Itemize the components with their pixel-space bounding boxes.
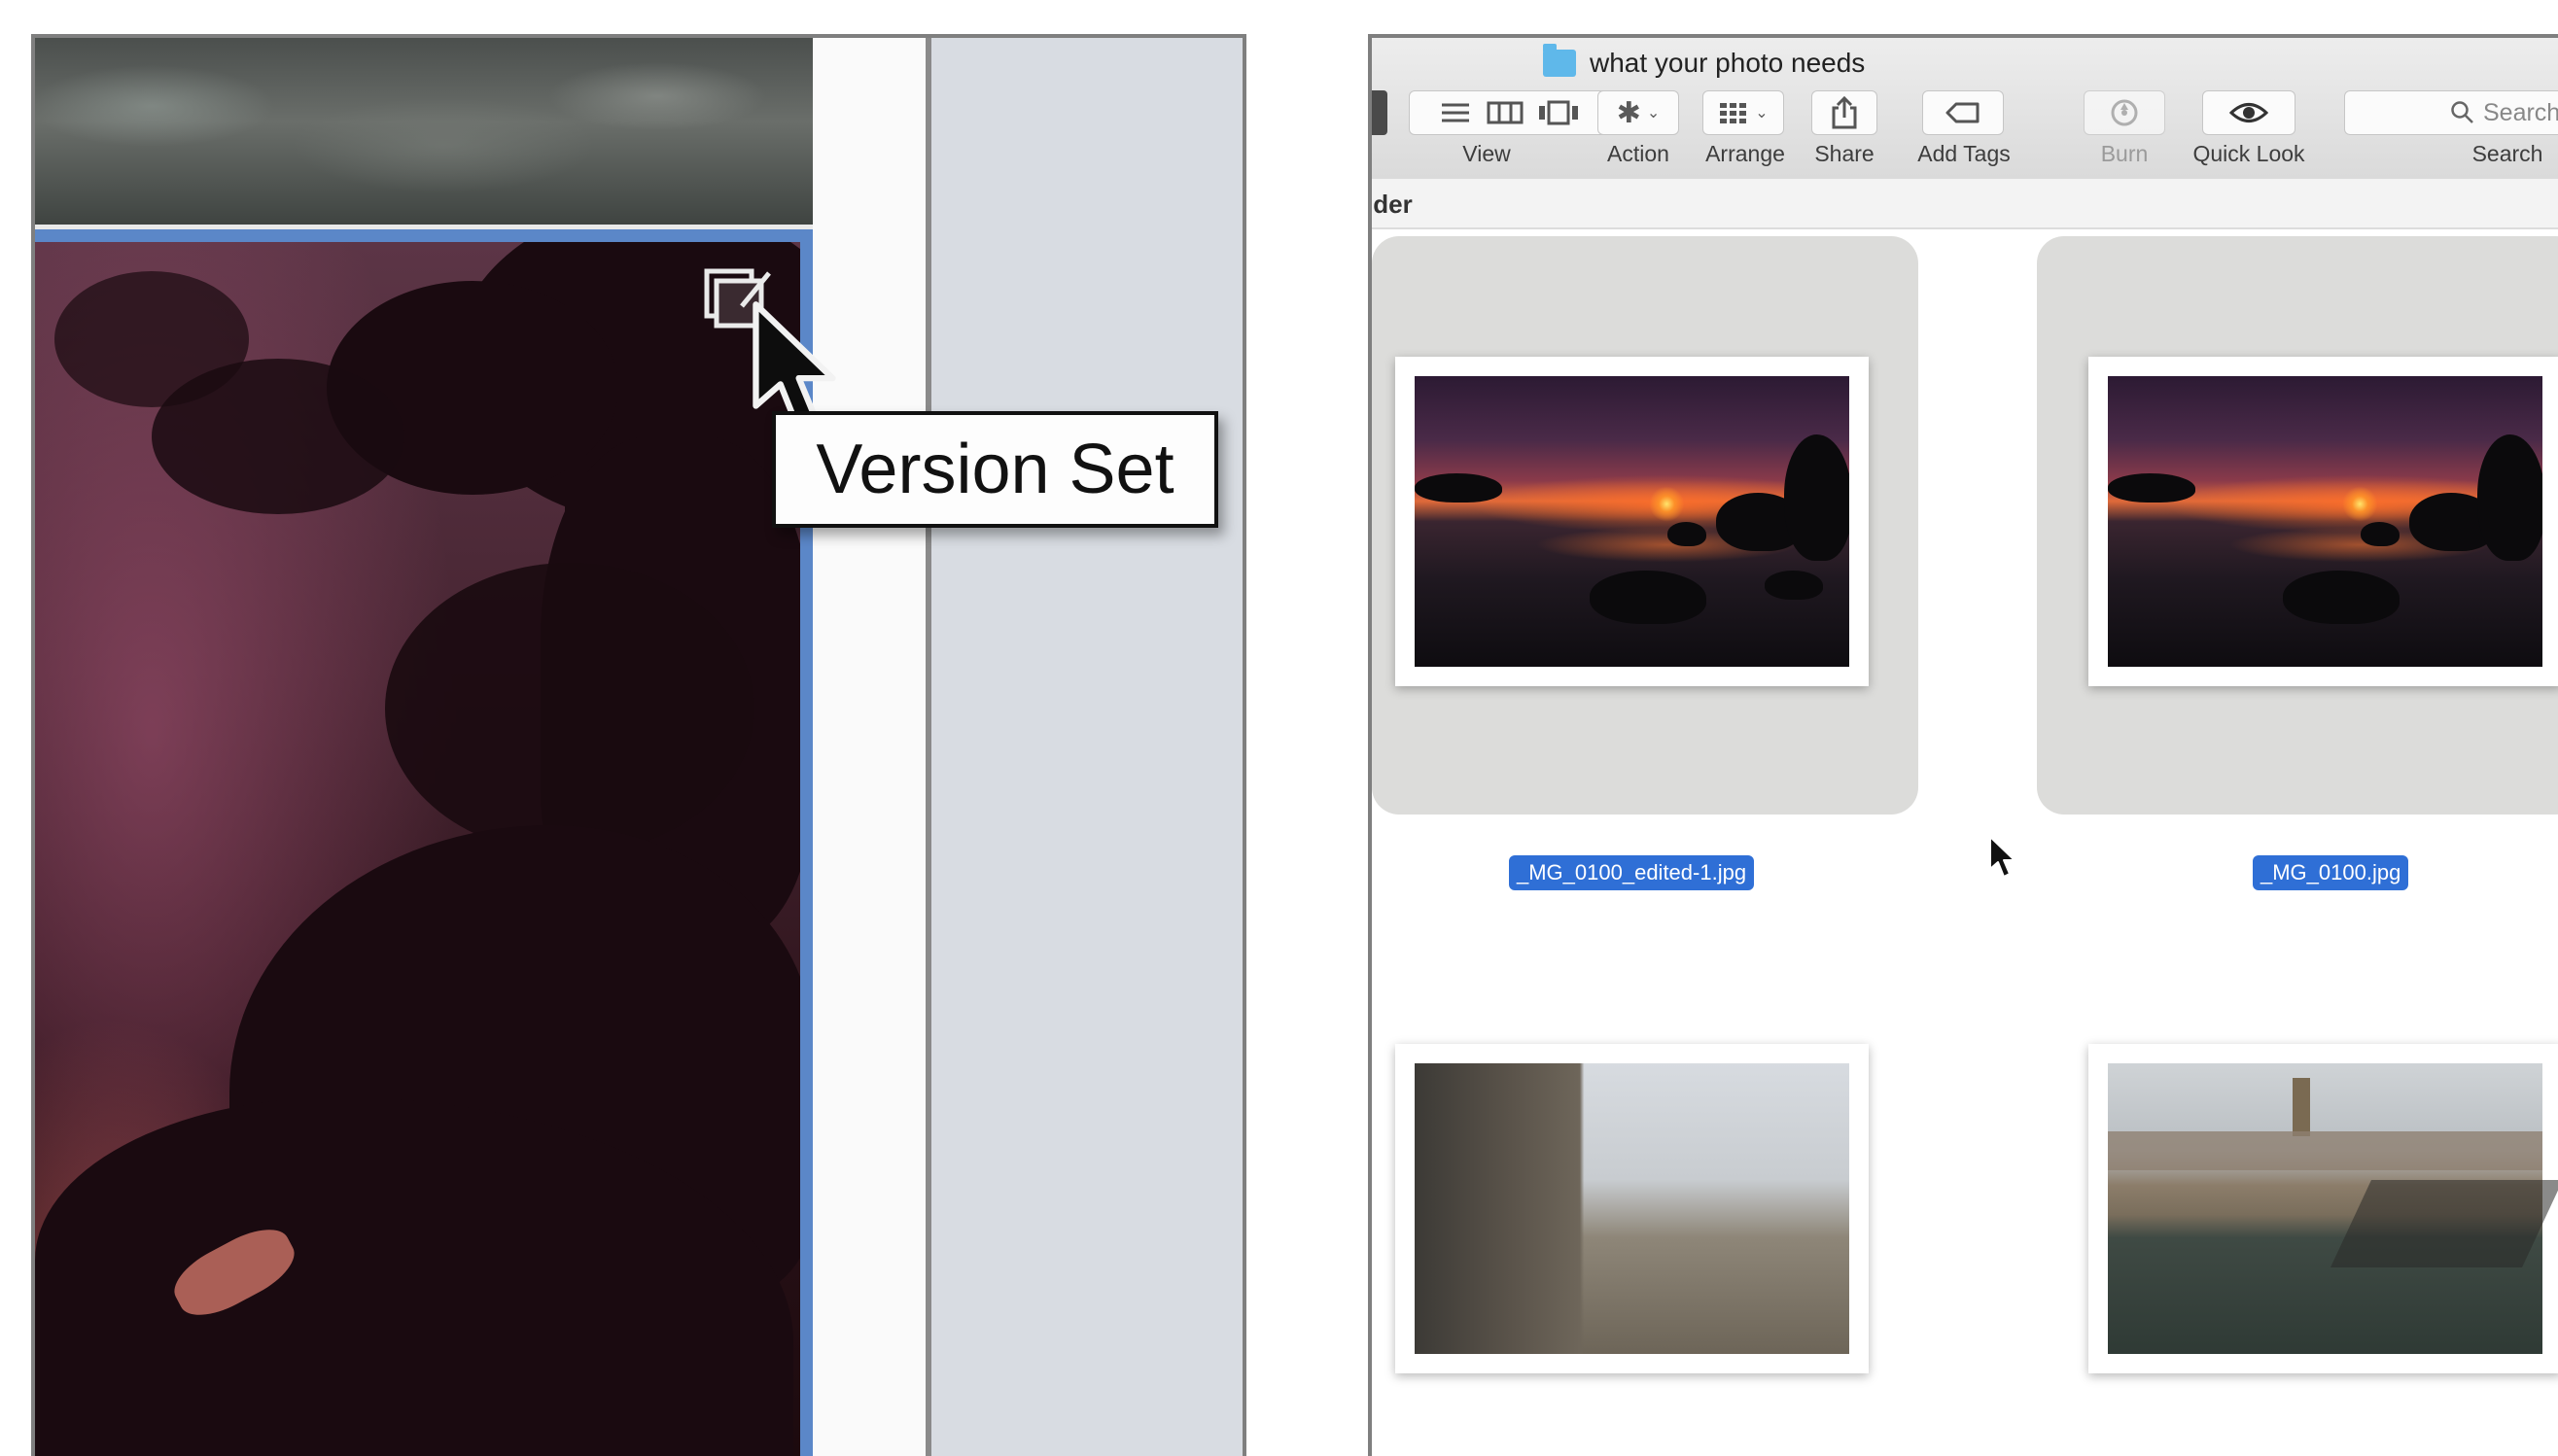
- finder-toolbar: what your photo needs View ✱ ⌄ Action ⌄ …: [1372, 38, 2558, 181]
- filename-label[interactable]: _MG_0100.jpg: [2253, 855, 2409, 890]
- burn-icon: [2111, 99, 2138, 126]
- eye-icon: [2229, 103, 2268, 122]
- search-label: Search: [2471, 141, 2543, 166]
- arrow-cursor-icon: [1989, 836, 2015, 878]
- view-label: View: [1462, 141, 1511, 166]
- side-panel: [931, 38, 1243, 1456]
- search-placeholder: Search: [2483, 98, 2558, 126]
- cover-flow-icon[interactable]: [1537, 100, 1580, 125]
- burn-label: Burn: [2100, 141, 2149, 166]
- grid-gutter: [813, 38, 926, 1456]
- add-tags-button[interactable]: [1922, 90, 2004, 135]
- sunset-photo: [1415, 376, 1849, 667]
- chevron-down-icon: ⌄: [1646, 105, 1661, 121]
- street-photo: [1415, 1063, 1849, 1354]
- share-icon: [1832, 96, 1857, 129]
- window-title: what your photo needs: [1543, 44, 1866, 81]
- grid-icon: [1720, 103, 1747, 123]
- view-segmented-control[interactable]: [1409, 90, 1609, 135]
- file-thumbnail[interactable]: [2088, 1044, 2558, 1373]
- file-thumbnail[interactable]: [1395, 1044, 1869, 1373]
- arrange-button[interactable]: ⌄: [1702, 90, 1784, 135]
- organizer-zoom-panel: Version Set: [31, 34, 1246, 1456]
- folder-icon: [1543, 44, 1576, 77]
- gear-icon: ✱: [1616, 96, 1641, 129]
- finder-window: what your photo needs View ✱ ⌄ Action ⌄ …: [1368, 34, 2558, 1456]
- tag-icon: [1945, 102, 1980, 123]
- chevron-down-icon: ⌄: [1755, 105, 1769, 121]
- file-thumbnail[interactable]: [2088, 357, 2558, 686]
- window-title-text: what your photo needs: [1590, 48, 1866, 78]
- filename-label[interactable]: _MG_0100_edited-1.jpg: [1509, 855, 1755, 890]
- list-view-icon[interactable]: [1438, 100, 1473, 125]
- sidebar-toggle[interactable]: [1372, 90, 1387, 135]
- search-field[interactable]: Search: [2344, 90, 2558, 135]
- add-tags-label: Add Tags: [1917, 141, 2011, 166]
- column-view-icon[interactable]: [1487, 100, 1524, 125]
- share-label: Share: [1814, 141, 1875, 166]
- selected-photo-thumbnail[interactable]: [35, 229, 813, 1456]
- path-bar: lder: [1372, 179, 2558, 229]
- sunset-photo: [2108, 376, 2542, 667]
- harbour-photo: [2108, 1063, 2558, 1354]
- share-button[interactable]: [1811, 90, 1877, 135]
- arrange-label: Arrange: [1705, 141, 1785, 166]
- action-label: Action: [1607, 141, 1669, 166]
- search-icon: [2451, 101, 2473, 123]
- action-button[interactable]: ✱ ⌄: [1597, 90, 1679, 135]
- burn-button[interactable]: [2084, 90, 2165, 135]
- version-set-tooltip: Version Set: [772, 411, 1218, 528]
- folder-path-label[interactable]: lder: [1372, 179, 1413, 229]
- quick-look-label: Quick Look: [2192, 141, 2305, 166]
- quick-look-button[interactable]: [2202, 90, 2295, 135]
- file-thumbnail[interactable]: [1395, 357, 1869, 686]
- photo-thumbnail-top[interactable]: [35, 38, 813, 225]
